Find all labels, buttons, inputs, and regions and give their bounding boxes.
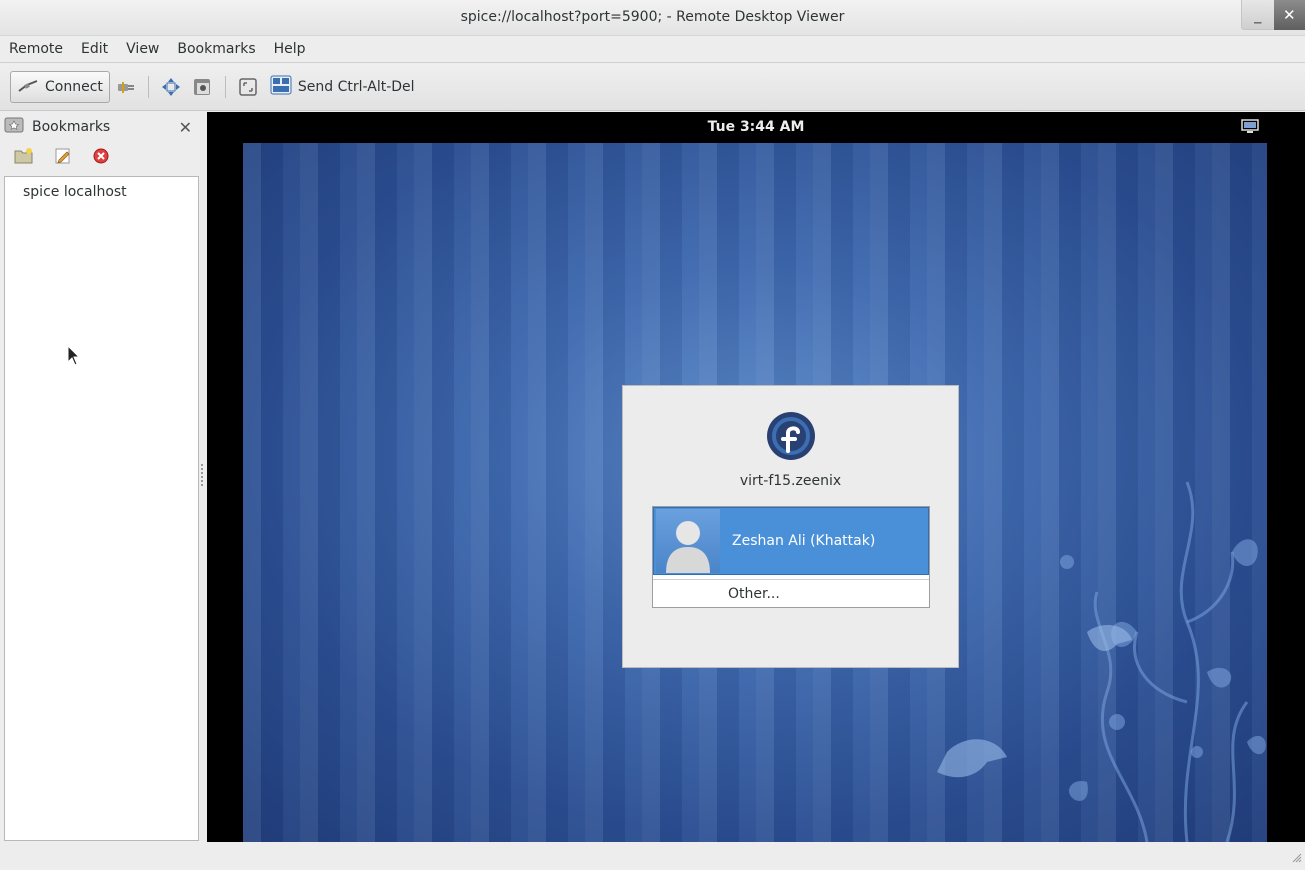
menu-view[interactable]: View (117, 41, 168, 57)
resize-grip-icon[interactable] (1292, 851, 1302, 867)
user-avatar-icon (656, 509, 720, 573)
bookmarks-header: Bookmarks ✕ (0, 112, 206, 142)
menu-edit[interactable]: Edit (72, 41, 117, 57)
send-keys-label: Send Ctrl-Alt-Del (297, 79, 415, 95)
disconnect-icon[interactable] (114, 75, 138, 99)
user-name: Zeshan Ali (Khattak) (732, 533, 876, 549)
toolbar-separator (224, 76, 226, 98)
keyboard-icon (270, 74, 292, 100)
screenshot-icon[interactable] (191, 75, 215, 99)
remote-top-panel: Tue 3:44 AM (207, 112, 1305, 143)
bookmark-item[interactable]: spice localhost (5, 177, 198, 200)
remote-display[interactable]: Tue 3:44 AM virt-f15.zeenix Zeshan Ali (… (207, 112, 1305, 842)
close-button[interactable]: ✕ (1273, 0, 1305, 30)
remote-desktop-background: virt-f15.zeenix Zeshan Ali (Khattak) Oth… (243, 143, 1267, 842)
login-hostname: virt-f15.zeenix (739, 473, 842, 489)
window-titlebar[interactable]: spice://localhost?port=5900; - Remote De… (0, 0, 1305, 36)
connect-label: Connect (45, 79, 103, 95)
statusbar (0, 842, 1305, 870)
scale-icon[interactable] (236, 75, 260, 99)
menu-remote[interactable]: Remote (0, 41, 72, 57)
connect-plug-icon (17, 75, 39, 99)
remote-clock: Tue 3:44 AM (707, 119, 805, 135)
toolbar: Connect Send Ctrl-Alt-Del (0, 64, 1305, 111)
fullscreen-icon[interactable] (159, 75, 183, 99)
menu-bookmarks[interactable]: Bookmarks (168, 41, 264, 57)
login-dialog: virt-f15.zeenix Zeshan Ali (Khattak) Oth… (622, 385, 959, 668)
new-folder-icon[interactable] (14, 147, 34, 169)
edit-bookmark-icon[interactable] (54, 147, 72, 169)
user-list: Zeshan Ali (Khattak) Other... (652, 506, 930, 608)
bookmarks-star-icon (4, 116, 24, 138)
minimize-button[interactable]: _ (1242, 0, 1274, 30)
fedora-logo-icon (766, 411, 816, 465)
menubar: Remote Edit View Bookmarks Help (0, 36, 1305, 63)
user-item-selected[interactable]: Zeshan Ali (Khattak) (653, 507, 929, 575)
window-title: spice://localhost?port=5900; - Remote De… (460, 9, 845, 25)
bookmarks-title: Bookmarks (32, 119, 111, 135)
bookmarks-list: spice localhost (4, 176, 199, 841)
network-icon[interactable] (1241, 119, 1259, 139)
connect-button[interactable]: Connect (10, 71, 110, 103)
sidebar-close-icon[interactable]: ✕ (179, 118, 192, 137)
window-controls: _ ✕ (1241, 0, 1305, 30)
delete-bookmark-icon[interactable] (92, 147, 110, 169)
bookmarks-toolbar (4, 142, 199, 174)
other-user-item[interactable]: Other... (653, 579, 929, 607)
pane-resize-handle[interactable] (201, 462, 205, 492)
mouse-cursor-icon (67, 344, 81, 371)
toolbar-separator (147, 76, 149, 98)
menu-help[interactable]: Help (265, 41, 315, 57)
send-keys-button[interactable]: Send Ctrl-Alt-Del (264, 71, 421, 103)
